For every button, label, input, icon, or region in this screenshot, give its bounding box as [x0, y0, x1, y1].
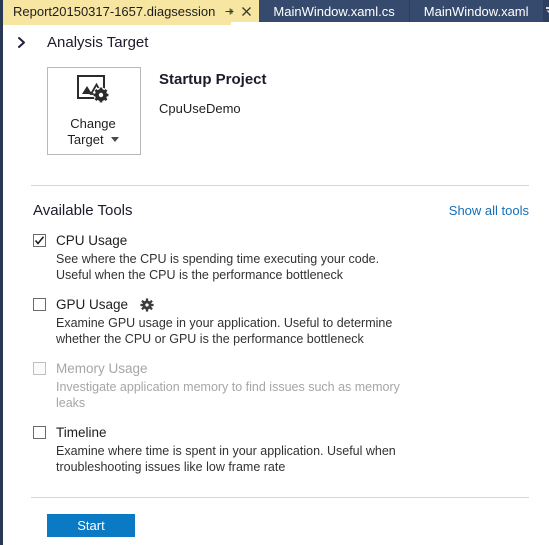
gpu-usage-label: GPU Usage [56, 297, 129, 312]
tab-strip: Report20150317-1657.diagsession MainWind… [3, 0, 549, 22]
change-target-button[interactable]: Change Target [47, 67, 141, 155]
change-target-label-line1: Change [70, 115, 116, 131]
footer: Start [3, 498, 549, 537]
gear-icon[interactable] [140, 297, 154, 312]
tab-mainwindow-xaml-cs[interactable]: MainWindow.xaml.cs [259, 0, 410, 22]
chevron-down-icon [545, 7, 549, 14]
tab-overflow-button[interactable] [543, 0, 549, 22]
memory-usage-checkbox [33, 362, 46, 375]
tab-mainwindow-xaml[interactable]: MainWindow.xaml [409, 0, 544, 22]
picture-settings-icon [77, 74, 111, 108]
show-all-tools-link[interactable]: Show all tools [449, 203, 529, 218]
cpu-usage-description: See where the CPU is spending time execu… [56, 252, 380, 282]
tool-timeline: Timeline Examine where time is spent in … [3, 425, 549, 475]
gpu-usage-description: Examine GPU usage in your application. U… [56, 316, 393, 346]
startup-project-info: Startup Project CpuUseDemo [159, 67, 267, 116]
content-area: Analysis Target Change Target Startup Pr… [3, 25, 549, 537]
analysis-target-row: Change Target Startup Project CpuUseDemo [3, 67, 549, 155]
tool-gpu-usage: GPU Usage Examine GPU usage in your appl… [3, 297, 549, 347]
available-tools-header: Available Tools Show all tools [3, 186, 549, 219]
tab-diagsession[interactable]: Report20150317-1657.diagsession [3, 0, 260, 22]
memory-usage-label: Memory Usage [56, 361, 148, 376]
start-button[interactable]: Start [47, 514, 135, 537]
active-tab-underline [3, 22, 549, 25]
timeline-description: Examine where time is spent in your appl… [56, 444, 396, 474]
tab-mainwindow-xaml-cs-label: MainWindow.xaml.cs [273, 3, 395, 19]
tab-diagsession-label: Report20150317-1657.diagsession [13, 3, 216, 19]
tab-mainwindow-xaml-label: MainWindow.xaml [423, 3, 529, 19]
memory-usage-description: Investigate application memory to find i… [56, 380, 400, 410]
timeline-label: Timeline [56, 425, 107, 440]
tool-memory-usage: Memory Usage Investigate application mem… [3, 361, 549, 411]
available-tools-title: Available Tools [33, 202, 133, 219]
gpu-usage-checkbox[interactable] [33, 298, 46, 311]
timeline-checkbox[interactable] [33, 426, 46, 439]
change-target-label-line2: Target [67, 131, 104, 147]
close-icon[interactable] [238, 2, 255, 20]
caret-down-icon[interactable] [110, 137, 119, 142]
startup-project-value: CpuUseDemo [159, 101, 241, 116]
change-target-label: Change Target [67, 116, 120, 148]
startup-project-label: Startup Project [159, 71, 267, 88]
tool-cpu-usage: CPU Usage See where the CPU is spending … [3, 233, 549, 283]
page-title: Analysis Target [47, 33, 149, 51]
profiler-window: Report20150317-1657.diagsession MainWind… [0, 0, 549, 545]
pin-icon[interactable] [221, 2, 238, 20]
chevron-right-icon[interactable] [9, 36, 33, 49]
cpu-usage-label: CPU Usage [56, 233, 128, 248]
check-icon [34, 236, 45, 245]
cpu-usage-checkbox[interactable] [33, 234, 46, 247]
analysis-target-header: Analysis Target [3, 25, 549, 59]
